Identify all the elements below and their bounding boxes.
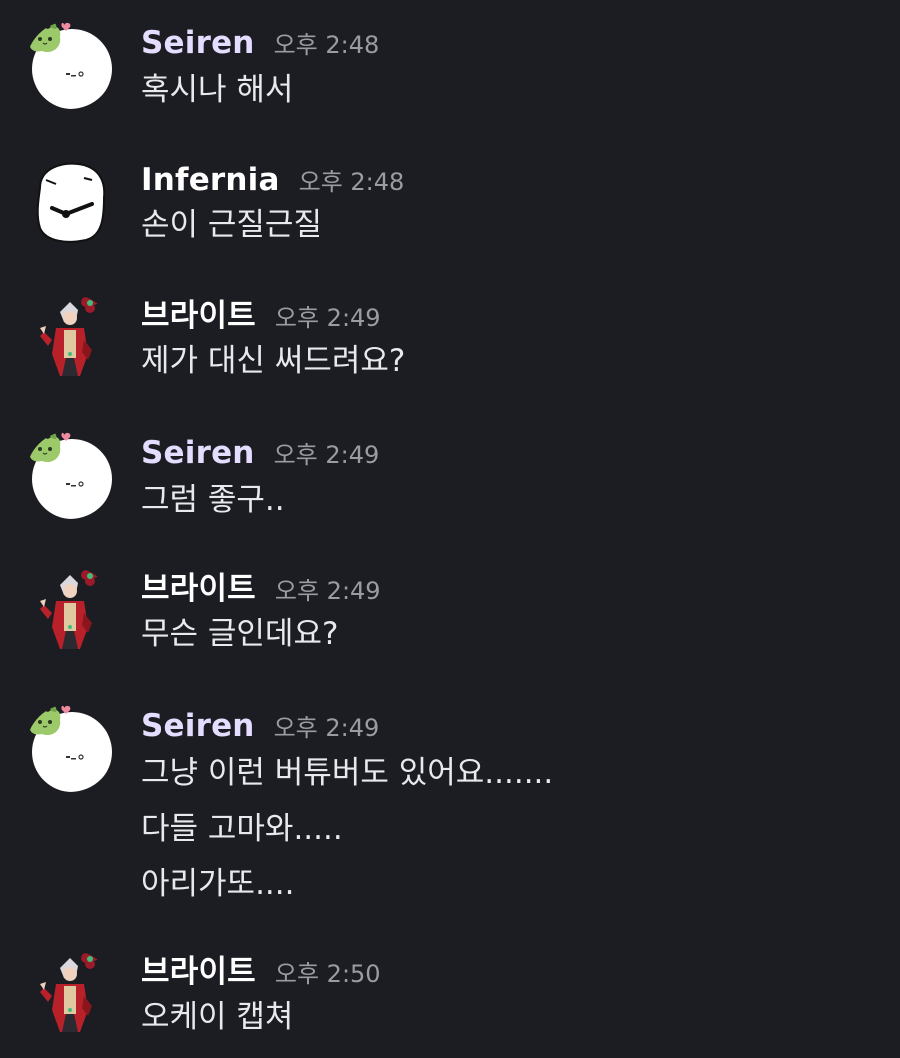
bright-avatar-icon[interactable] [26, 567, 114, 655]
timestamp: 오후 2:49 [274, 304, 381, 332]
message-header: 브라이트 오후 2:50 [141, 950, 381, 994]
author-name[interactable]: Seiren [141, 21, 255, 65]
author-name[interactable]: Infernia [141, 158, 280, 202]
message-header: Seiren 오후 2:48 [141, 21, 379, 65]
seiren-avatar-icon[interactable] [26, 704, 114, 792]
timestamp: 오후 2:50 [274, 960, 381, 988]
author-name[interactable]: Seiren [141, 704, 255, 748]
bright-avatar-icon[interactable] [26, 294, 114, 382]
author-name[interactable]: 브라이트 [141, 567, 256, 611]
timestamp: 오후 2:49 [273, 714, 380, 742]
author-name[interactable]: 브라이트 [141, 950, 256, 994]
timestamp: 오후 2:48 [273, 31, 380, 59]
message-text: 손이 근질근질 [141, 207, 322, 243]
message-text: 제가 대신 써드려요? [141, 343, 406, 379]
message-text: 무슨 글인데요? [141, 616, 339, 652]
author-name[interactable]: 브라이트 [141, 294, 256, 338]
timestamp: 오후 2:49 [273, 441, 380, 469]
timestamp: 오후 2:48 [298, 168, 405, 196]
message-text: 아리가또.... [141, 866, 295, 902]
message-header: 브라이트 오후 2:49 [141, 567, 381, 611]
message-text: 그냥 이런 버튜버도 있어요....... [141, 755, 554, 791]
author-name[interactable]: Seiren [141, 431, 255, 475]
bright-avatar-icon[interactable] [26, 950, 114, 1038]
message-header: Seiren 오후 2:49 [141, 704, 379, 748]
message-text: 그럼 좋구.. [141, 482, 285, 518]
message-text: 혹시나 해서 [141, 72, 294, 108]
message-text: 오케이 캡쳐 [141, 999, 294, 1035]
seiren-avatar-icon[interactable] [26, 21, 114, 109]
timestamp: 오후 2:49 [274, 577, 381, 605]
message-text: 다들 고마와..... [141, 811, 343, 847]
message-header: Seiren 오후 2:49 [141, 431, 379, 475]
message-header: Infernia 오후 2:48 [141, 158, 404, 202]
seiren-avatar-icon[interactable] [26, 431, 114, 519]
message-header: 브라이트 오후 2:49 [141, 294, 381, 338]
infernia-avatar-icon[interactable] [26, 158, 114, 246]
chat-message-list: Seiren 오후 2:48 혹시나 해서 Infernia 오후 2:48 손… [0, 0, 900, 1058]
